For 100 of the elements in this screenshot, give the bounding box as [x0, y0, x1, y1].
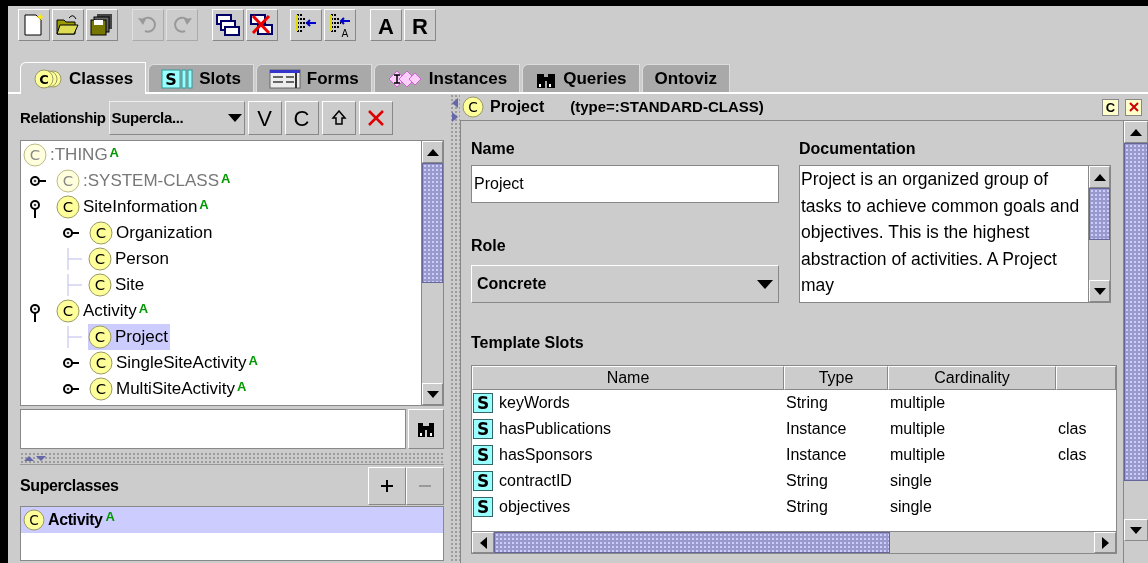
- scroll-up-button[interactable]: [1124, 121, 1148, 143]
- tab[interactable]: Forms: [255, 64, 372, 92]
- class-icon: C: [56, 169, 80, 193]
- dropdown-arrow-icon: [227, 114, 242, 122]
- scroll-up-button[interactable]: [422, 141, 444, 163]
- role-label: Role: [471, 236, 507, 256]
- left-arrow-icon: [452, 98, 459, 108]
- scroll-left-button[interactable]: [472, 532, 494, 553]
- toolbar-button[interactable]: C: [284, 101, 319, 135]
- tree-item[interactable]: C MultiSiteActivity: [89, 376, 238, 402]
- table-cell-text: multiple: [890, 419, 946, 439]
- documentation-label: Documentation: [799, 139, 917, 159]
- class-label: Activity: [83, 300, 137, 323]
- form-icon: [268, 68, 301, 89]
- column-header[interactable]: Cardinality: [888, 366, 1056, 390]
- diamonds-icon: [386, 68, 423, 89]
- up-arrow-icon: [24, 455, 34, 461]
- search-field[interactable]: [20, 409, 407, 449]
- left-arrow-icon: [479, 536, 487, 549]
- add-button[interactable]: [368, 466, 407, 505]
- tree-item[interactable]: C :SYSTEM-CLASS: [56, 168, 222, 194]
- right-arrow-icon: [452, 112, 459, 122]
- column-header[interactable]: Name: [472, 366, 784, 390]
- relationship-dropdown[interactable]: Supercla...: [108, 101, 245, 135]
- class-label: MultiSiteActivity: [116, 378, 236, 401]
- class-label: Person: [115, 248, 169, 271]
- class-icon: C: [89, 351, 113, 375]
- scroll-up-button[interactable]: [1089, 166, 1110, 188]
- tree-item[interactable]: C SingleSiteActivity: [89, 350, 249, 376]
- scrollbar-thumb[interactable]: [422, 163, 444, 283]
- table-cell-text: keyWords: [499, 393, 570, 413]
- tree-item[interactable]: C Activity: [56, 298, 139, 324]
- tree-item[interactable]: C Person: [88, 246, 171, 272]
- table-cell-text: Instance: [786, 419, 847, 439]
- down-arrow-icon: [36, 455, 46, 461]
- slot-icon: S: [473, 471, 493, 491]
- slot-icon: S: [473, 445, 493, 465]
- scrollbar-thumb[interactable]: [494, 532, 890, 553]
- class-icon: C: [88, 247, 112, 271]
- down-arrow-icon: [1130, 526, 1142, 534]
- tree-item[interactable]: C Organization: [89, 220, 215, 246]
- folder-icon: [55, 12, 81, 38]
- class-icon: C: [89, 377, 113, 401]
- table-cell-text: single: [890, 471, 932, 491]
- table-cell-text: String: [786, 497, 828, 517]
- table-cell-text: Instance: [786, 445, 847, 465]
- plus-icon: [381, 479, 394, 492]
- delete-button[interactable]: [358, 101, 393, 135]
- scroll-down-button[interactable]: [1124, 519, 1148, 541]
- slot-icon: S: [473, 393, 493, 413]
- class-icon: C: [462, 96, 484, 118]
- tab[interactable]: Ontoviz: [641, 64, 730, 92]
- table-cell-text: single: [890, 497, 932, 517]
- windows-cross-icon: [249, 12, 275, 38]
- up-arrow-icon: [1093, 173, 1106, 181]
- scrollbar-thumb[interactable]: [1089, 188, 1110, 240]
- tab[interactable]: Queries: [522, 64, 640, 92]
- windows-icon: [215, 12, 241, 38]
- superclasses-title: Superclasses: [20, 475, 120, 496]
- move-up-button[interactable]: [321, 101, 356, 135]
- close-icon: [366, 109, 385, 127]
- table-cell-text: multiple: [890, 445, 946, 465]
- column-header[interactable]: [1056, 366, 1116, 390]
- dropdown-arrow-icon: [757, 279, 773, 289]
- toolbar-button[interactable]: R: [404, 9, 436, 41]
- class-label: SingleSiteActivity: [116, 352, 247, 375]
- name-label: Name: [471, 139, 516, 159]
- toolbar-button[interactable]: V: [247, 101, 282, 135]
- scroll-down-button[interactable]: [422, 383, 444, 405]
- toolbar-button[interactable]: A: [370, 9, 402, 41]
- tree-item[interactable]: C Project: [88, 324, 170, 350]
- column-header[interactable]: Type: [784, 366, 888, 390]
- abstract-label: A: [248, 352, 258, 370]
- name-field[interactable]: Project: [471, 165, 779, 203]
- right-arrow-icon: [1101, 536, 1109, 549]
- class-icon: C: [23, 509, 45, 531]
- class-name: Project: [490, 97, 545, 117]
- abstract-label: A: [199, 196, 209, 214]
- scroll-right-button[interactable]: [1094, 532, 1116, 553]
- down-arrow-icon: [426, 390, 439, 398]
- class-button[interactable]: C: [1102, 98, 1119, 116]
- table-cell-text: String: [786, 393, 828, 413]
- class-icon: C: [88, 273, 112, 297]
- tab[interactable]: Instances: [373, 64, 521, 92]
- table-cell-text: hasSponsors: [499, 445, 593, 465]
- tab[interactable]: S Slots: [148, 64, 254, 92]
- tree-item[interactable]: C :THING: [23, 142, 110, 168]
- tree-item[interactable]: C SiteInformation: [56, 194, 200, 220]
- tab[interactable]: C Classes: [20, 62, 147, 94]
- table-cell-text: multiple: [890, 393, 946, 413]
- scrollbar-thumb[interactable]: [1124, 143, 1148, 481]
- relationship-label: Relationship: [20, 107, 106, 128]
- close-button[interactable]: [1125, 98, 1142, 116]
- abstract-label: A: [109, 144, 119, 162]
- find-button[interactable]: [408, 409, 445, 449]
- up-arrow-icon: [1130, 128, 1142, 136]
- scroll-down-button[interactable]: [1089, 280, 1110, 302]
- tree-item[interactable]: C Site: [88, 272, 147, 298]
- role-dropdown[interactable]: Concrete: [471, 265, 779, 303]
- class-label: :THING: [50, 144, 108, 167]
